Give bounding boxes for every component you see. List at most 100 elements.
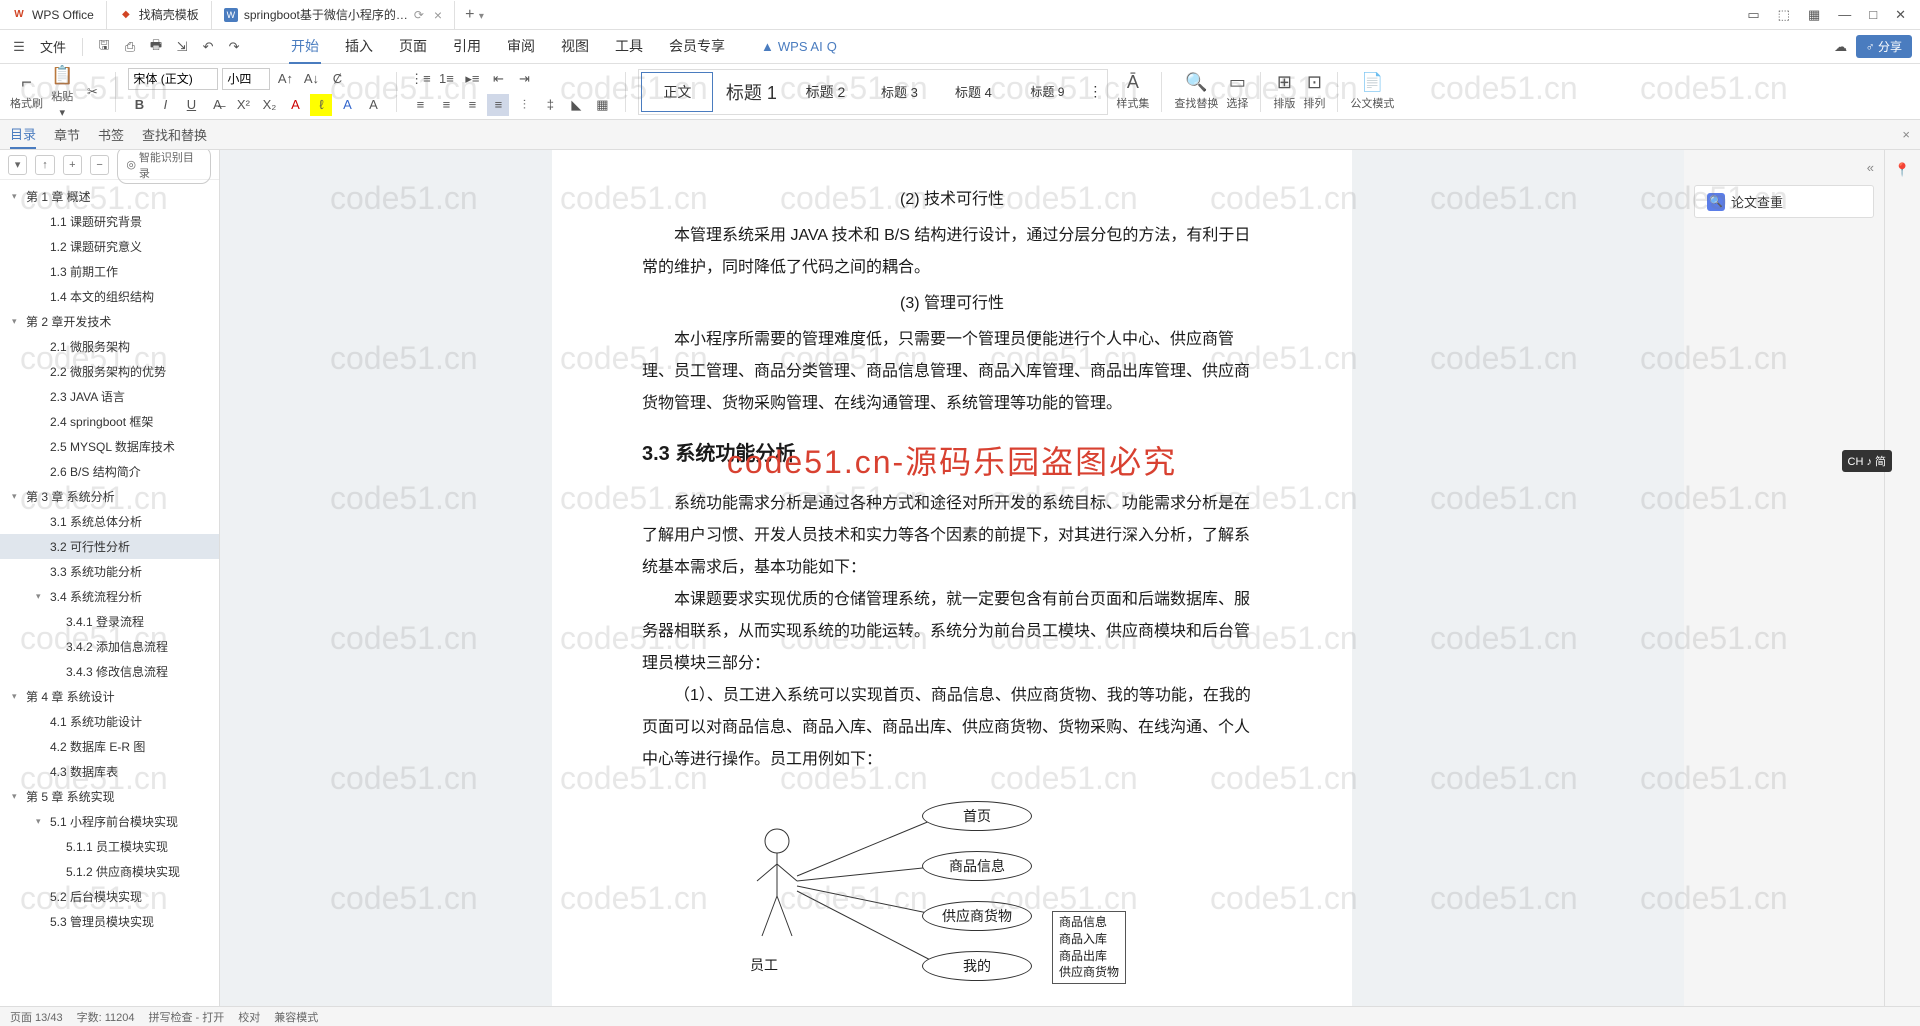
status-spell[interactable]: 拼写检查 - 打开 [148, 1009, 224, 1025]
indent-right-icon[interactable]: ⇥ [513, 68, 535, 90]
window-cube-icon[interactable]: ⬚ [1778, 7, 1790, 23]
document-area[interactable]: (2) 技术可行性 本管理系统采用 JAVA 技术和 B/S 结构进行设计，通过… [220, 150, 1684, 1006]
toc-item[interactable]: 2.5 MYSQL 数据库技术 [0, 434, 219, 459]
toc-item[interactable]: 5.2 后台模块实现 [0, 884, 219, 909]
toc-add-icon[interactable]: + [63, 155, 82, 175]
toc-item[interactable]: 5.3 管理员模块实现 [0, 909, 219, 934]
nav-tab-chapter[interactable]: 章节 [54, 121, 80, 148]
tab-wps[interactable]: WWPS Office [0, 1, 107, 29]
tab-gaoke[interactable]: ◆找稿壳模板 [107, 1, 212, 29]
toc-item[interactable]: 1.2 课题研究意义 [0, 234, 219, 259]
new-tab-button[interactable]: + ▾ [455, 6, 494, 24]
bullet-list-icon[interactable]: ⋮≡ [409, 68, 431, 90]
multilevel-list-icon[interactable]: ▸≡ [461, 68, 483, 90]
bold-button[interactable]: B [128, 94, 150, 116]
status-words[interactable]: 字数: 11204 [77, 1009, 135, 1025]
toc-item[interactable]: 2.2 微服务架构的优势 [0, 359, 219, 384]
hamburger-icon[interactable]: ☰ [8, 36, 30, 58]
tab-start[interactable]: 开始 [289, 30, 321, 64]
maximize-button[interactable]: □ [1869, 7, 1877, 23]
tab-document[interactable]: Wspringboot基于微信小程序的…⟳× [212, 1, 455, 29]
format-brush-button[interactable]: ⌐格式刷 [10, 72, 43, 111]
window-app-icon[interactable]: ▦ [1808, 7, 1820, 23]
nav-tab-find[interactable]: 查找和替换 [142, 121, 207, 148]
panel-collapse-icon[interactable]: « [1694, 160, 1874, 175]
toc-item[interactable]: 2.3 JAVA 语言 [0, 384, 219, 409]
close-icon[interactable]: × [434, 7, 442, 23]
tab-page[interactable]: 页面 [397, 30, 429, 64]
font-color-button[interactable]: A [284, 94, 306, 116]
style-body[interactable]: 正文 [641, 72, 713, 112]
style-more-icon[interactable]: ⋮ [1085, 72, 1105, 112]
shading-icon[interactable]: ◣ [565, 94, 587, 116]
nav-close-icon[interactable]: × [1902, 127, 1910, 142]
redo-icon[interactable]: ↷ [223, 36, 245, 58]
toc-item[interactable]: ▾第 5 章 系统实现 [0, 784, 219, 809]
decrease-font-icon[interactable]: A↓ [300, 68, 322, 90]
underline-button[interactable]: U [180, 94, 202, 116]
tab-tools[interactable]: 工具 [613, 30, 645, 64]
cut-icon[interactable]: ✂ [81, 81, 103, 103]
style-gallery[interactable]: 正文 标题 1 标题 2 标题 3 标题 4 标题 9 ⋮ [638, 69, 1108, 115]
toc-item[interactable]: ▾第 4 章 系统设计 [0, 684, 219, 709]
tab-view[interactable]: 视图 [559, 30, 591, 64]
style-set-button[interactable]: Ā样式集 [1116, 72, 1149, 111]
location-icon[interactable]: 📍 [1891, 158, 1915, 182]
share-button[interactable]: ♂ 分享 [1856, 35, 1912, 58]
increase-font-icon[interactable]: A↑ [274, 68, 296, 90]
style-h3[interactable]: 标题 3 [863, 72, 935, 112]
toc-item[interactable]: 1.4 本文的组织结构 [0, 284, 219, 309]
nav-tab-bookmark[interactable]: 书签 [98, 121, 124, 148]
nav-tab-toc[interactable]: 目录 [10, 120, 36, 149]
close-window-button[interactable]: ✕ [1895, 7, 1906, 23]
toc-item[interactable]: ▾第 1 章 概述 [0, 184, 219, 209]
clear-format-icon[interactable]: Ȼ [326, 68, 348, 90]
toc-item[interactable]: ▾5.1 小程序前台模块实现 [0, 809, 219, 834]
print-icon[interactable]: 🖶 [145, 36, 167, 58]
status-doc[interactable]: 校对 [238, 1009, 260, 1025]
file-menu[interactable]: 文件 [40, 37, 66, 56]
toc-item[interactable]: ▾第 3 章 系统分析 [0, 484, 219, 509]
toc-item[interactable]: ▾第 2 章开发技术 [0, 309, 219, 334]
line-spacing-icon[interactable]: ‡ [539, 94, 561, 116]
toc-item[interactable]: 1.3 前期工作 [0, 259, 219, 284]
toc-item[interactable]: 2.6 B/S 结构简介 [0, 459, 219, 484]
paste-button[interactable]: 📋粘贴▾ [51, 65, 73, 119]
distribute-icon[interactable]: ⫶ [513, 94, 535, 116]
highlight-button[interactable]: ℓ [310, 94, 332, 116]
window-layout-icon[interactable]: ▭ [1747, 7, 1759, 23]
print-preview-icon[interactable]: ⎙ [119, 36, 141, 58]
toc-item[interactable]: 3.4.1 登录流程 [0, 609, 219, 634]
align-justify-icon[interactable]: ≡ [487, 94, 509, 116]
paper-check-button[interactable]: 🔍论文查重 [1694, 185, 1874, 218]
smart-toc-button[interactable]: ◎ 智能识别目录 [117, 150, 211, 184]
toc-item[interactable]: 5.1.2 供应商模块实现 [0, 859, 219, 884]
style-h4[interactable]: 标题 4 [937, 72, 1009, 112]
toc-item[interactable]: 5.1.1 员工模块实现 [0, 834, 219, 859]
undo-icon[interactable]: ↶ [197, 36, 219, 58]
toc-item[interactable]: 2.4 springboot 框架 [0, 409, 219, 434]
toc-item[interactable]: ▾3.4 系统流程分析 [0, 584, 219, 609]
border-icon[interactable]: ▦ [591, 94, 613, 116]
align-left-icon[interactable]: ≡ [409, 94, 431, 116]
select-button[interactable]: ▭选择 [1226, 72, 1248, 111]
toc-up-icon[interactable]: ↑ [35, 155, 54, 175]
save-icon[interactable]: 🖫 [93, 36, 115, 58]
toc-item[interactable]: 3.1 系统总体分析 [0, 509, 219, 534]
text-effects-button[interactable]: A [336, 94, 358, 116]
toc-item[interactable]: 4.3 数据库表 [0, 759, 219, 784]
tab-refresh-icon[interactable]: ⟳ [414, 8, 424, 22]
font-size-select[interactable] [222, 68, 270, 90]
status-mode[interactable]: 兼容模式 [274, 1009, 318, 1025]
indent-left-icon[interactable]: ⇤ [487, 68, 509, 90]
wps-ai-button[interactable]: ▲WPS AI Q [761, 39, 837, 54]
subscript-button[interactable]: X₂ [258, 94, 280, 116]
align-right-icon[interactable]: ≡ [461, 94, 483, 116]
strikethrough-button[interactable]: A̶ [206, 94, 228, 116]
minimize-button[interactable]: — [1838, 7, 1851, 23]
arrange-button[interactable]: ⊡排列 [1303, 72, 1325, 111]
style-h1[interactable]: 标题 1 [715, 72, 787, 112]
toc-item[interactable]: 4.1 系统功能设计 [0, 709, 219, 734]
sort-button[interactable]: ⊞排版 [1273, 72, 1295, 111]
cloud-icon[interactable]: ☁ [1830, 36, 1852, 58]
